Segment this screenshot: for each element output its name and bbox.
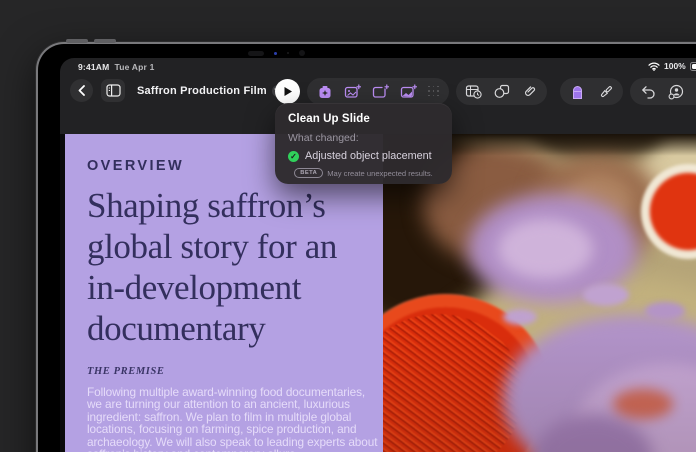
crayon-icon — [571, 84, 584, 100]
shapes-icon — [494, 84, 510, 99]
camera-mic-dot — [287, 52, 289, 54]
slide-plus-icon — [372, 84, 389, 99]
format-brush-button[interactable] — [597, 83, 614, 100]
shapes-button[interactable] — [493, 83, 510, 100]
ipad-screen: 9:41AM Tue Apr 1 100% — [60, 58, 696, 452]
popup-change-row: ✓ Adjusted object placement — [288, 150, 439, 162]
slide-title-line: in-development — [87, 267, 383, 308]
table-chart-icon — [465, 84, 482, 99]
beta-note: May create unexpected results. — [327, 169, 433, 178]
draw-crayon-button[interactable] — [569, 83, 586, 100]
battery-icon — [690, 62, 696, 71]
camera-indicator-dot — [274, 52, 277, 55]
undo-icon — [640, 84, 656, 99]
clean-up-icon — [317, 84, 333, 100]
marketing-scene: 9:41AM Tue Apr 1 100% — [0, 0, 696, 452]
clean-up-slide-popup: Clean Up Slide What changed: ✓ Adjusted … — [275, 103, 452, 184]
play-icon — [283, 86, 293, 97]
popup-change-item: Adjusted object placement — [305, 150, 432, 162]
insert-table-chart-button[interactable] — [465, 83, 482, 100]
replace-image-magic-button[interactable] — [400, 83, 417, 100]
insert-tools-pill — [307, 78, 449, 105]
battery-percent-label: 100% — [664, 61, 686, 71]
slide-navigator-button[interactable] — [101, 79, 125, 102]
front-camera-bar — [248, 49, 348, 57]
actions-pill: ••• — [630, 78, 696, 105]
popup-beta-row: BETA May create unexpected results. — [288, 168, 439, 178]
image-sparkle-icon — [344, 84, 361, 99]
back-button[interactable] — [70, 79, 93, 102]
checkmark-icon: ✓ — [288, 151, 299, 162]
slide-title: Shaping saffron’s global story for an in… — [87, 185, 383, 349]
status-time-date: 9:41AM Tue Apr 1 — [78, 62, 155, 72]
document-title-control[interactable]: Saffron Production Film — [137, 85, 284, 97]
volume-down-button — [94, 39, 116, 43]
image-fill-sparkle-icon — [400, 84, 417, 99]
play-button[interactable] — [275, 79, 300, 104]
draw-tools-pill — [560, 78, 623, 105]
chevron-left-icon — [77, 85, 86, 96]
status-date: Tue Apr 1 — [114, 62, 154, 72]
slide-navigator-icon — [106, 84, 121, 97]
add-image-magic-button[interactable] — [344, 83, 361, 100]
paintbrush-icon — [598, 84, 614, 100]
undo-button[interactable] — [639, 83, 656, 100]
toolbar-left: Saffron Production Film — [70, 79, 284, 102]
drag-dots-icon — [428, 86, 440, 98]
camera-lens — [299, 50, 305, 56]
ipad-device: 9:41AM Tue Apr 1 100% — [36, 42, 696, 452]
slide-title-line: Shaping saffron’s — [87, 185, 383, 226]
add-slide-button[interactable] — [372, 83, 389, 100]
slide-title-line: global story for an — [87, 226, 383, 267]
clean-up-slide-button[interactable] — [316, 83, 333, 100]
status-right: 100% — [648, 61, 696, 71]
collaborate-button[interactable] — [667, 83, 684, 100]
popup-subtitle: What changed: — [288, 132, 439, 144]
volume-up-button — [66, 39, 88, 43]
beta-badge: BETA — [294, 168, 323, 178]
status-time: 9:41AM — [78, 62, 109, 72]
paperclip-icon — [522, 84, 537, 99]
collaborate-icon — [668, 84, 684, 100]
toolbar-center — [275, 78, 547, 105]
document-title: Saffron Production Film — [137, 85, 267, 97]
attachment-button[interactable] — [521, 83, 538, 100]
popup-title: Clean Up Slide — [288, 113, 439, 125]
status-bar: 9:41AM Tue Apr 1 100% — [60, 58, 696, 74]
slide-title-line: documentary — [87, 308, 383, 349]
object-tools-pill — [456, 78, 547, 105]
wifi-icon — [648, 62, 660, 71]
toolbar-right: ••• — [560, 78, 696, 105]
camera-sensor — [248, 51, 264, 56]
slide-body-text: Following multiple award-winning food do… — [87, 386, 383, 452]
slide-premise-label: THE PREMISE — [87, 366, 383, 377]
